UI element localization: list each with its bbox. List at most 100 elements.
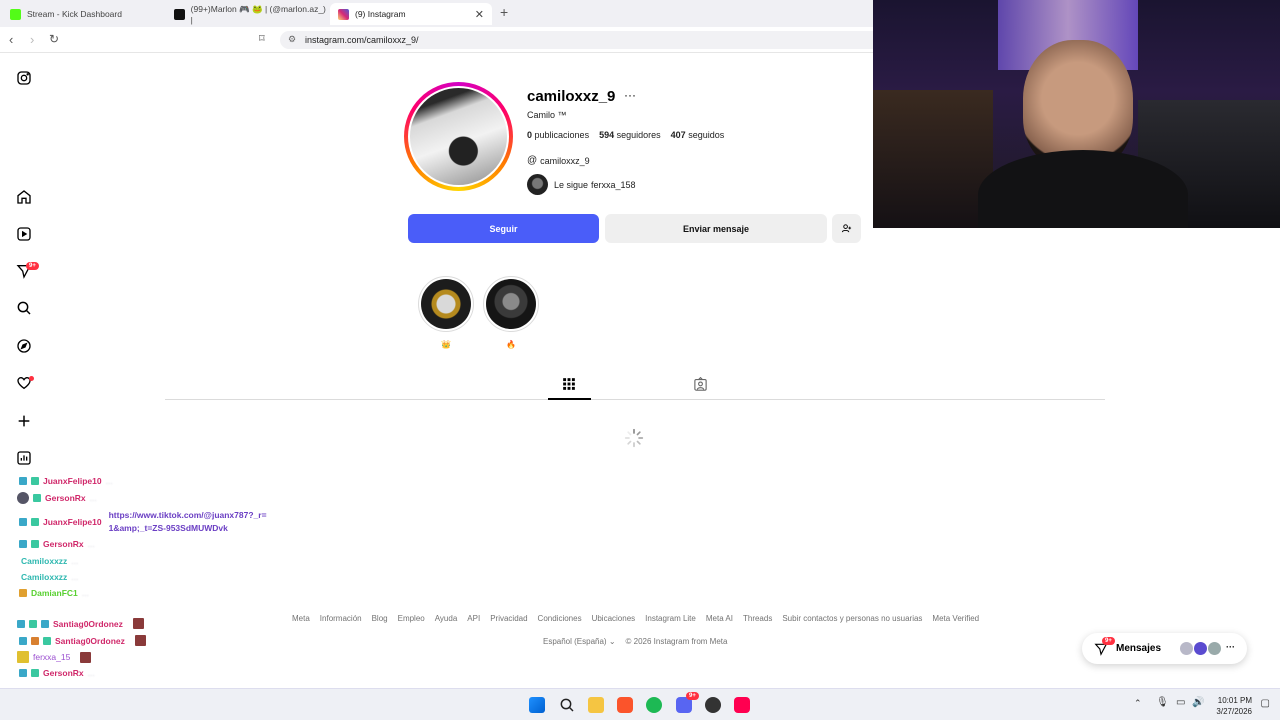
active-tab-indicator	[548, 398, 591, 400]
suggested-users-button[interactable]	[832, 214, 861, 243]
chat-message: DamianFC1 ...	[19, 588, 89, 598]
tab-tagged[interactable]	[693, 376, 708, 397]
posts-stat: 0 publicaciones	[527, 130, 590, 140]
tab-kick-dashboard[interactable]: Stream - Kick Dashboard	[2, 3, 162, 25]
tiktok-icon	[174, 8, 185, 20]
profile-full-name: Camilo ™	[527, 110, 567, 120]
footer-link[interactable]: API	[467, 614, 480, 623]
brave-browser-icon[interactable]	[617, 697, 633, 713]
footer-link[interactable]: Información	[320, 614, 362, 623]
footer-link[interactable]: Meta	[292, 614, 310, 623]
followed-by-user: ferxxa_158	[591, 179, 636, 190]
highlight-label: 👑	[441, 340, 451, 349]
footer-link[interactable]: Meta AI	[706, 614, 733, 623]
windows-start-icon[interactable]	[529, 697, 545, 713]
highlight-2[interactable]: 🔥	[483, 276, 539, 349]
chat-message: ferxxa_15	[17, 651, 92, 663]
site-settings-icon[interactable]: ⚙	[288, 34, 296, 45]
send-message-button[interactable]: Enviar mensaje	[605, 214, 827, 243]
spotify-icon[interactable]	[646, 697, 662, 713]
footer-link[interactable]: Blog	[372, 614, 388, 623]
chat-message: Camiloxxzz ...	[21, 572, 79, 582]
instagram-icon	[338, 8, 349, 20]
obs-icon[interactable]	[705, 697, 721, 713]
home-icon[interactable]	[16, 189, 32, 205]
activity-dot	[29, 376, 34, 381]
discord-badge: 9+	[686, 692, 699, 700]
highlight-1[interactable]: 👑	[418, 276, 474, 349]
volume-icon[interactable]: 🔊	[1192, 697, 1204, 708]
explore-icon[interactable]	[16, 338, 32, 354]
footer-link[interactable]: Condiciones	[538, 614, 582, 623]
follower-avatar	[527, 174, 548, 195]
reels-icon[interactable]	[16, 226, 32, 242]
following-stat[interactable]: 407 seguidos	[671, 130, 725, 140]
tab-instagram[interactable]: (9) Instagram ✕	[330, 3, 492, 25]
footer-link[interactable]: Subir contactos y personas no usuarias	[782, 614, 922, 623]
followers-stat[interactable]: 594 seguidores	[599, 130, 661, 140]
notifications-badge: 9+	[26, 262, 39, 270]
tagged-icon	[694, 376, 707, 391]
footer-bottom: Español (España) ⌄ © 2026 Instagram from…	[543, 637, 727, 646]
chat-message: Santiag0Ordonez	[19, 635, 146, 646]
bookmark-icon[interactable]: ⌑	[259, 32, 265, 45]
new-tab-button[interactable]: +	[500, 4, 508, 20]
search-icon[interactable]	[559, 697, 575, 713]
follow-button[interactable]: Seguir	[408, 214, 599, 243]
threads-icon: @	[527, 155, 538, 166]
chat-message: GersonRx ...	[19, 668, 95, 678]
profile-avatar[interactable]	[408, 86, 509, 187]
followed-by-prefix: Le sigue	[554, 179, 589, 190]
language-selector[interactable]: Español (España) ⌄	[543, 637, 616, 646]
instagram-logo-icon[interactable]	[16, 70, 32, 86]
close-tab-icon[interactable]: ✕	[475, 8, 484, 21]
chat-message: GersonRx ...	[19, 539, 95, 549]
footer-link[interactable]: Meta Verified	[932, 614, 979, 623]
file-explorer-icon[interactable]	[588, 697, 604, 713]
forward-button[interactable]: ›	[30, 32, 34, 47]
profile-stats: 0 publicaciones 594 seguidores 407 segui…	[527, 130, 724, 140]
footer-link[interactable]: Privacidad	[490, 614, 527, 623]
avatar-image	[410, 88, 507, 185]
footer-link[interactable]: Ubicaciones	[592, 614, 636, 623]
create-icon[interactable]	[16, 413, 32, 429]
browser-nav-bar: ‹ › ↻ ⌑ ⚙ instagram.com/camiloxxz_9/	[0, 27, 873, 53]
footer-link[interactable]: Instagram Lite	[645, 614, 696, 623]
footer-links: Meta Información Blog Empleo Ayuda API P…	[292, 614, 979, 623]
chat-message: Santiag0Ordonez	[17, 618, 144, 629]
address-bar[interactable]: ⚙ instagram.com/camiloxxz_9/	[280, 31, 873, 49]
more-options-icon[interactable]: ···	[624, 88, 636, 102]
reload-button[interactable]: ↻	[49, 32, 59, 46]
microphone-icon[interactable]: 🎙	[1156, 697, 1169, 708]
tab-title: (9) Instagram	[355, 9, 406, 19]
url-text: instagram.com/camiloxxz_9/	[305, 35, 419, 45]
search-icon[interactable]	[16, 300, 32, 316]
footer-link[interactable]: Empleo	[398, 614, 425, 623]
copyright: © 2026 Instagram from Meta	[625, 637, 728, 646]
more-icon[interactable]: ···	[1226, 642, 1235, 652]
highlight-label: 🔥	[506, 340, 516, 349]
webcam-overlay	[873, 0, 1280, 228]
threads-link[interactable]: @ camiloxxz_9	[527, 155, 590, 166]
footer-link[interactable]: Threads	[743, 614, 772, 623]
messages-button[interactable]: 9+ Mensajes ···	[1082, 633, 1247, 664]
dashboard-icon[interactable]	[16, 450, 32, 466]
back-button[interactable]: ‹	[9, 32, 13, 47]
followed-by[interactable]: Le sigue ferxxa_158	[527, 174, 636, 195]
footer-link[interactable]: Ayuda	[435, 614, 458, 623]
tab-tiktok[interactable]: (99+)Marlon 🎮 🐸 | (@marlon.az_) |	[166, 3, 326, 25]
system-clock[interactable]: 10:01 PM 3/27/2026	[1216, 695, 1252, 717]
chat-message: JuanxFelipe10 https://www.tiktok.com/@ju…	[19, 509, 269, 535]
network-icon[interactable]: ▭	[1176, 697, 1185, 708]
chat-message: JuanxFelipe10 ...	[19, 476, 113, 486]
chevron-up-icon[interactable]: ⌃	[1134, 698, 1142, 709]
tiktok-icon[interactable]	[734, 697, 750, 713]
chat-message: GersonRx ...	[17, 492, 97, 504]
tab-posts[interactable]	[562, 377, 576, 396]
clock-time: 10:01 PM	[1217, 696, 1252, 705]
chat-message: Camiloxxzz ...	[21, 556, 79, 566]
taskbar: 9+ ⌃ 🎙 ▭ 🔊 10:01 PM 3/27/2026 ▢	[0, 688, 1280, 720]
threads-handle: camiloxxz_9	[540, 155, 590, 166]
clock-date: 3/27/2026	[1216, 707, 1252, 716]
notifications-icon[interactable]: ▢	[1261, 698, 1270, 709]
